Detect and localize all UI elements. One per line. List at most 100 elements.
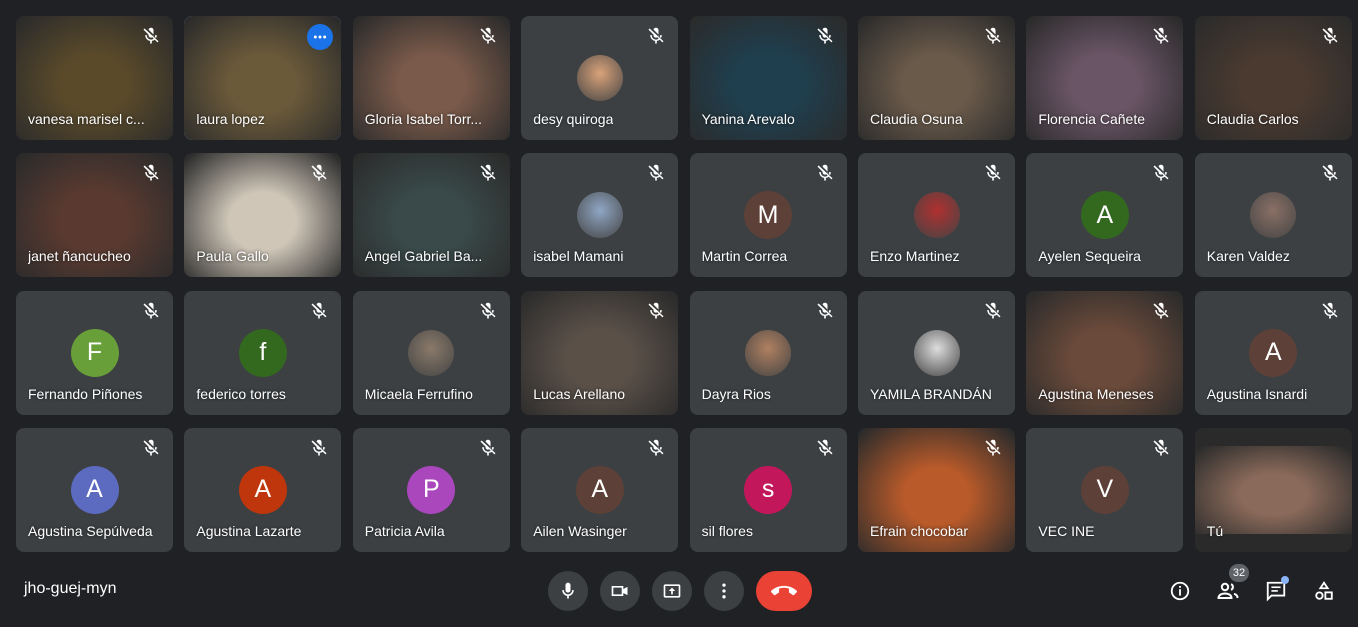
mic-off-icon: [141, 301, 161, 321]
participant-tile[interactable]: Claudia Osuna: [858, 16, 1015, 140]
avatar: [408, 329, 455, 376]
participant-name: laura lopez: [196, 111, 265, 127]
participant-tile[interactable]: V VEC INE: [1026, 427, 1184, 552]
meeting-info-button[interactable]: [1168, 579, 1192, 603]
participant-tile[interactable]: M Martin Correa: [689, 153, 847, 278]
mic-off-icon: [983, 301, 1003, 321]
avatar: [576, 192, 623, 239]
participant-name: Enzo Martinez: [870, 248, 960, 265]
participant-name: Agustina Isnardi: [1206, 385, 1308, 402]
participant-name: YAMILA BRANDÁN: [870, 385, 992, 402]
participant-tile[interactable]: isabel Mamani: [521, 153, 679, 278]
participant-name: Patricia Avila: [364, 522, 445, 539]
more-horiz-icon: [314, 35, 327, 39]
activities-button[interactable]: [1312, 579, 1336, 603]
participant-name: Lucas Arellano: [533, 385, 626, 402]
participant-name: Claudia Carlos: [1206, 111, 1299, 127]
participant-tile[interactable]: Gloria Isabel Torr...: [352, 16, 510, 140]
participant-name: Tú: [1206, 522, 1224, 539]
activities-icon: [1315, 581, 1333, 600]
participant-tile[interactable]: Efrain chocobar: [858, 427, 1015, 552]
bottom-bar: jho-guej-myn 32: [0, 556, 1358, 627]
participant-name: Agustina Sepúlveda: [28, 522, 153, 539]
mic-off-icon: [815, 163, 835, 183]
mic-off-icon: [983, 26, 1003, 46]
participant-tile[interactable]: Karen Valdez: [1194, 153, 1352, 278]
mic-off-icon: [1320, 163, 1340, 183]
participant-name: janet ñancucheo: [28, 248, 131, 265]
mic-off-icon: [646, 438, 666, 458]
participant-tile[interactable]: A Agustina Lazarte: [184, 427, 342, 552]
avatar: M: [744, 191, 793, 240]
mic-off-icon: [478, 26, 498, 46]
mic-off-icon: [309, 438, 329, 458]
participant-name: Paula Gallo: [196, 248, 269, 265]
more-options-button[interactable]: [704, 571, 744, 611]
participant-tile[interactable]: F Fernando Piñones: [16, 290, 173, 415]
participant-name: sil flores: [701, 522, 753, 539]
participant-name: isabel Mamani: [533, 248, 624, 265]
participant-name: Yanina Arevalo: [701, 111, 795, 127]
participant-tile[interactable]: Enzo Martinez: [858, 153, 1015, 278]
participant-grid: vanesa marisel c... laura lopez Gloria Isa…: [16, 16, 1352, 552]
participant-name: Agustina Meneses: [1038, 385, 1154, 402]
participant-tile[interactable]: Agustina Meneses: [1026, 290, 1184, 415]
participant-tile[interactable]: Florencia Cañete: [1026, 16, 1184, 140]
mic-off-icon: [478, 301, 498, 321]
mic-off-icon: [983, 163, 1003, 183]
mic-off-icon: [646, 301, 666, 321]
mic-off-icon: [478, 438, 498, 458]
participant-tile[interactable]: Yanina Arevalo: [689, 16, 847, 140]
avatar: A: [70, 465, 119, 514]
mic-off-icon: [309, 301, 329, 321]
participant-name: Gloria Isabel Torr...: [364, 111, 483, 127]
present-screen-button[interactable]: [652, 571, 692, 611]
participant-tile[interactable]: Micaela Ferrufino: [352, 290, 510, 415]
present-screen-icon: [663, 584, 681, 598]
participant-tile[interactable]: Tú: [1194, 427, 1352, 552]
avatar: A: [1080, 191, 1129, 240]
participant-tile[interactable]: Lucas Arellano: [521, 290, 679, 415]
mic-off-icon: [141, 26, 161, 46]
participant-tile[interactable]: desy quiroga: [521, 16, 679, 140]
mic-off-icon: [815, 26, 835, 46]
avatar: [745, 329, 792, 376]
avatar: A: [575, 465, 624, 514]
participant-tile[interactable]: A Agustina Isnardi: [1194, 290, 1352, 415]
participant-tile[interactable]: janet ñancucheo: [16, 153, 173, 278]
microphone-button[interactable]: [548, 571, 588, 611]
participant-tile[interactable]: YAMILA BRANDÁN: [858, 290, 1015, 415]
avatar: F: [70, 328, 119, 377]
participant-tile[interactable]: Dayra Rios: [689, 290, 847, 415]
participant-name: Claudia Osuna: [870, 111, 963, 127]
mic-off-icon: [815, 438, 835, 458]
mic-off-icon: [646, 26, 666, 46]
avatar: s: [744, 465, 793, 514]
avatar: P: [407, 465, 456, 514]
people-icon: [1217, 582, 1239, 599]
more-vert-icon: [722, 583, 726, 599]
mic-off-icon: [983, 438, 1003, 458]
participant-tile[interactable]: f federico torres: [184, 290, 342, 415]
people-button[interactable]: [1216, 579, 1240, 603]
participant-tile[interactable]: Paula Gallo: [184, 153, 342, 278]
microphone-icon: [562, 582, 574, 599]
meeting-code: jho-guej-myn: [24, 580, 117, 597]
participant-name: Ayelen Sequeira: [1038, 248, 1141, 265]
participant-tile[interactable]: Angel Gabriel Ba...: [352, 153, 510, 278]
mic-off-icon: [141, 438, 161, 458]
participant-tile[interactable]: vanesa marisel c...: [16, 16, 173, 140]
participant-tile[interactable]: s sil flores: [689, 427, 847, 552]
participant-tile[interactable]: A Ayelen Sequeira: [1026, 153, 1184, 278]
participant-name: desy quiroga: [533, 111, 614, 127]
participant-tile[interactable]: A Ailen Wasinger: [521, 427, 679, 552]
camera-button[interactable]: [600, 571, 640, 611]
participant-tile[interactable]: P Patricia Avila: [352, 427, 510, 552]
participant-tile[interactable]: laura lopez: [184, 16, 342, 140]
mic-off-icon: [1151, 163, 1171, 183]
leave-call-button[interactable]: [756, 571, 812, 611]
avatar: V: [1080, 465, 1129, 514]
participant-tile[interactable]: Claudia Carlos: [1194, 16, 1352, 140]
participant-tile[interactable]: A Agustina Sepúlveda: [16, 427, 173, 552]
mic-off-icon: [1151, 438, 1171, 458]
